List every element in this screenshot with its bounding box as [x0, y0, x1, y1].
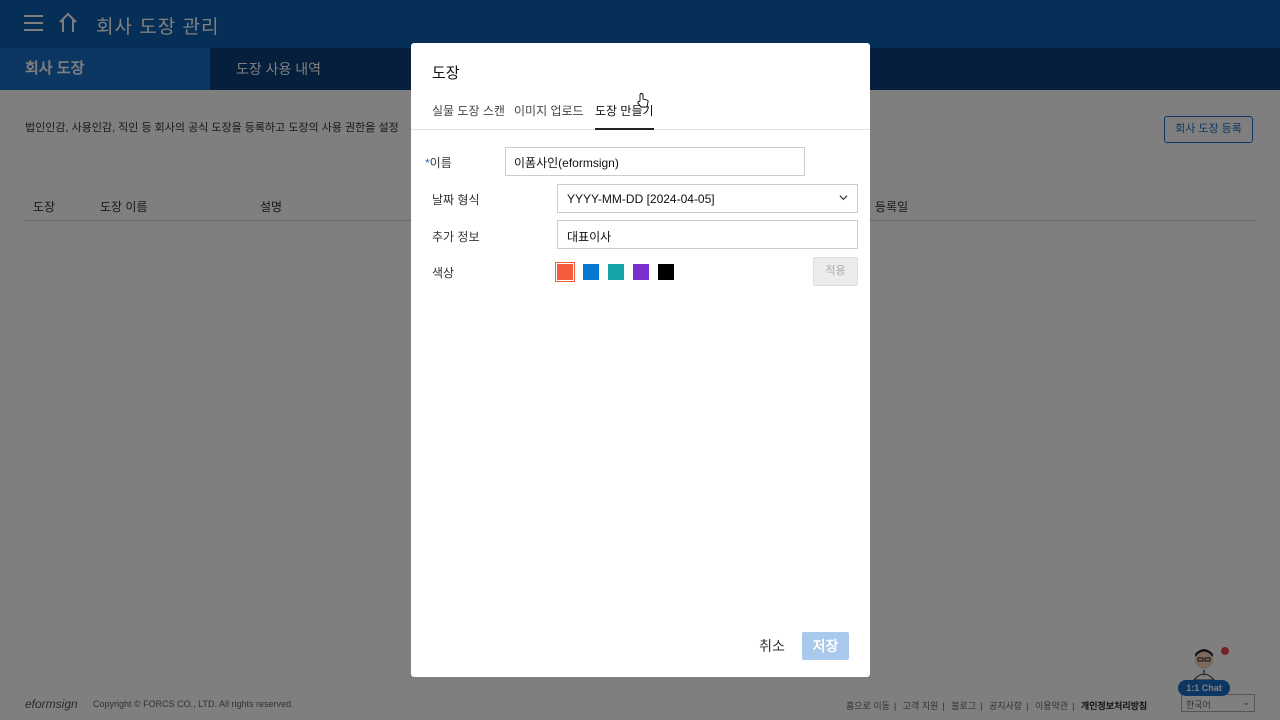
hand-cursor-icon: [637, 93, 649, 108]
color-swatch-blue[interactable]: [583, 264, 599, 280]
tab-upload-image[interactable]: 이미지 업로드: [514, 102, 584, 130]
color-swatch-purple[interactable]: [633, 264, 649, 280]
save-button[interactable]: 저장: [802, 632, 849, 660]
chevron-down-icon: [839, 195, 848, 201]
color-swatch-red[interactable]: [555, 262, 575, 282]
color-swatch-teal[interactable]: [608, 264, 624, 280]
name-input[interactable]: 이폼사인(eformsign): [505, 147, 805, 176]
name-label: *이름: [425, 156, 452, 170]
tab-scan-seal[interactable]: 실물 도장 스캔: [432, 102, 505, 130]
date-format-select[interactable]: YYYY-MM-DD [2024-04-05]: [557, 184, 858, 213]
color-label: 색상: [432, 266, 455, 280]
modal-title: 도장: [432, 65, 460, 82]
color-swatch-black[interactable]: [658, 264, 674, 280]
extra-info-label: 추가 정보: [432, 230, 480, 244]
date-format-value: YYYY-MM-DD [2024-04-05]: [567, 192, 715, 206]
seal-modal: 도장 실물 도장 스캔 이미지 업로드 도장 만들기 *이름 이폼사인(efor…: [411, 43, 870, 677]
date-format-label: 날짜 형식: [432, 193, 480, 207]
extra-info-input[interactable]: 대표이사: [557, 220, 858, 249]
cancel-button[interactable]: 취소: [754, 632, 790, 660]
apply-button[interactable]: 적용: [813, 257, 858, 286]
